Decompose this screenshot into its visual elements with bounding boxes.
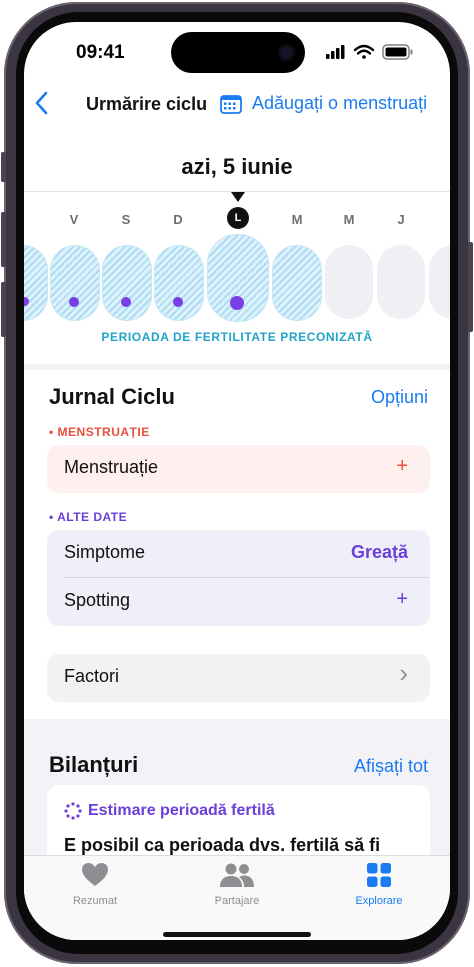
day-letter: M [343,212,355,227]
day-dot [69,297,79,307]
section-separator [24,364,450,370]
factors-row[interactable]: Factori › [47,654,430,702]
add-spotting-plus-icon[interactable]: + [396,588,408,611]
power-button [468,242,473,332]
cellular-signal-icon [326,45,345,59]
symptoms-row-label: Simptome [64,542,146,562]
date-title: azi, 5 iunie [181,154,293,179]
add-period-button[interactable]: Adăugați o menstruați [220,93,427,114]
day-letter: S [121,212,131,227]
add-menstruation-plus-icon[interactable]: + [396,455,408,478]
day-cell-fertile[interactable] [102,245,152,321]
symptoms-row[interactable]: Simptome Greață [47,530,430,578]
options-button[interactable]: Opțiuni [371,387,428,408]
nav-bar: Urmărire ciclu Adăugați o menstruați [24,88,450,132]
cycle-log-title: Jurnal Ciclu [49,384,175,409]
volume-up-button [1,212,6,267]
day-cell[interactable] [429,245,450,319]
highlights-title: Bilanțuri [49,752,139,777]
dynamic-island [171,32,305,73]
day-dot [173,297,183,307]
tab-bar: Rezumat Partajare Explorare [24,855,450,940]
status-time: 09:41 [76,42,125,63]
action-button [1,152,6,182]
volume-down-button [1,282,6,337]
fertile-estimate-title: Estimare perioadă fertilă [64,802,275,820]
home-indicator[interactable] [163,932,311,937]
other-data-category-label: • ALTE DATE [49,510,128,524]
day-cell-fertile[interactable] [50,245,100,321]
wifi-icon [353,44,375,59]
chevron-left-icon [35,91,48,115]
day-dot [121,297,131,307]
nav-title: Urmărire ciclu [86,94,208,114]
screen: 09:41 Urmărire ciclu Adăugați o menstrua… [24,22,450,940]
tab-browse-label: Explorare [355,895,403,907]
factors-card: Factori › [47,654,430,702]
day-cell[interactable] [377,245,425,319]
day-cell-fertile[interactable] [154,245,204,321]
day-letter: D [173,212,183,227]
fertile-estimate-body: E posibil ca perioada dvs. fertilă să fi [64,835,381,855]
today-day-letter[interactable]: L [227,207,249,229]
tab-browse[interactable]: Explorare [329,862,429,907]
day-cell-fertile[interactable] [272,245,322,321]
show-all-button[interactable]: Afișați tot [354,756,428,777]
grid-icon [367,863,391,887]
factors-row-label: Factori [64,666,120,686]
tab-summary[interactable]: Rezumat [45,862,145,907]
tab-summary-label: Rezumat [72,895,118,907]
menstruation-card: Menstruație + [47,445,430,493]
today-marker-icon [231,192,245,202]
fertile-estimate-icon [64,802,82,820]
other-data-card: Simptome Greață Spotting + [47,530,430,626]
fertile-window-label: PERIOADA DE FERTILITATE PRECONIZATĂ [101,330,373,344]
battery-icon [382,44,413,60]
day-letter: M [291,212,303,227]
back-button[interactable] [34,91,48,121]
people-icon [220,863,254,887]
tab-sharing[interactable]: Partajare [187,862,287,907]
calendar-icon [220,94,242,114]
status-icons [326,44,413,60]
heart-icon [82,863,108,886]
chevron-right-icon: › [399,658,408,688]
day-cell-fertile[interactable] [24,245,48,321]
tab-sharing-label: Partajare [214,895,260,907]
day-letter: V [69,212,79,227]
symptoms-value: Greață [350,542,408,562]
menstruation-row-label: Menstruație [64,457,159,477]
today-dot [230,296,244,310]
camera-icon [278,44,295,61]
spotting-row[interactable]: Spotting + [47,578,430,626]
day-letter: J [397,212,405,227]
menstruation-category-label: • MENSTRUAȚIE [49,425,150,439]
menstruation-row[interactable]: Menstruație + [47,445,430,493]
add-period-label: Adăugați o menstruați [252,93,428,113]
day-cell[interactable] [325,245,373,319]
fertile-estimate-title-text: Estimare perioadă fertilă [88,802,275,819]
spotting-row-label: Spotting [64,590,131,610]
